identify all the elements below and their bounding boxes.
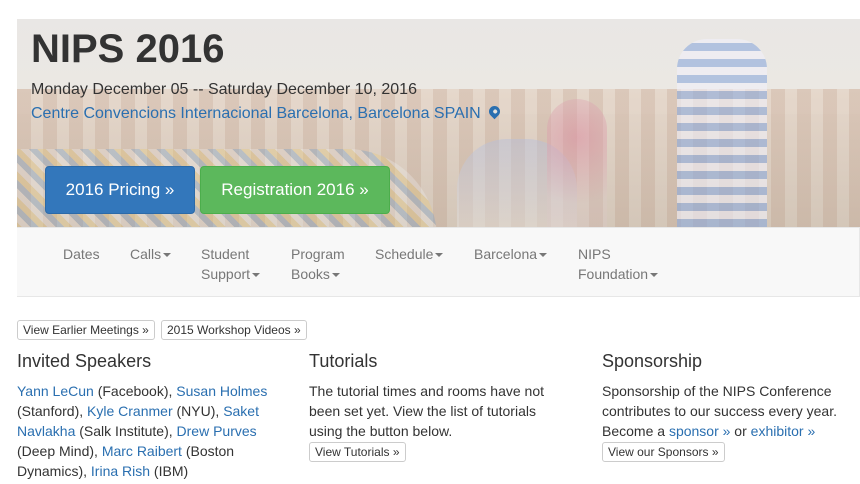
speaker-affiliation: (Facebook),: [93, 383, 177, 399]
nav-item-barcelona[interactable]: Barcelona: [474, 244, 548, 264]
invited-speakers-heading: Invited Speakers: [17, 351, 152, 371]
earlier-meetings-button[interactable]: View Earlier Meetings »: [17, 320, 155, 340]
view-sponsors-button[interactable]: View our Sponsors »: [602, 442, 725, 462]
nav-item-label: Calls: [130, 246, 162, 262]
nav-item-label: Schedule: [375, 246, 434, 262]
nav-item-label: Program: [291, 246, 345, 262]
nav-item-schedule[interactable]: Schedule: [375, 244, 444, 264]
nav-item-label-2: Support: [201, 266, 251, 282]
tutorials-heading: Tutorials: [309, 351, 378, 371]
caret-down-icon: [163, 253, 172, 258]
nav-item-label: Dates: [63, 246, 100, 262]
page-title: NIPS 2016: [31, 27, 225, 71]
conference-dates: Monday December 05 -- Saturday December …: [31, 81, 417, 98]
hero-gaudi-turret: [547, 99, 607, 227]
nav-item-label: Barcelona: [474, 246, 538, 262]
workshop-videos-button[interactable]: 2015 Workshop Videos »: [161, 320, 307, 340]
hero-banner: NIPS 2016 Monday December 05 -- Saturday…: [17, 19, 860, 227]
nav-item-label-2: Books: [291, 266, 330, 282]
sponsor-link[interactable]: sponsor »: [669, 423, 730, 439]
exhibitor-link[interactable]: exhibitor »: [751, 423, 816, 439]
caret-down-icon: [650, 273, 659, 278]
speaker-affiliation: (NYU),: [172, 403, 224, 419]
nav-item-label: NIPS: [578, 246, 611, 262]
sponsorship-or: or: [730, 423, 751, 439]
nav-item-program-books[interactable]: Program Books: [291, 244, 345, 284]
speakers-list: Yann LeCun (Facebook), Susan Holmes (Sta…: [17, 381, 292, 481]
speaker-link[interactable]: Yann LeCun: [17, 383, 94, 399]
speaker-link[interactable]: Drew Purves: [177, 423, 257, 439]
caret-down-icon: [252, 273, 261, 278]
speaker-affiliation: (Stanford),: [17, 403, 88, 419]
speaker-affiliation: (IBM): [150, 463, 189, 479]
venue-link[interactable]: Centre Convencions Internacional Barcelo…: [31, 103, 503, 123]
speaker-link[interactable]: Susan Holmes: [176, 383, 267, 399]
speaker-affiliation: (Salk Institute),: [75, 423, 177, 439]
nav-item-calls[interactable]: Calls: [130, 244, 172, 264]
speaker-link[interactable]: Marc Raibert: [102, 443, 182, 459]
view-tutorials-button[interactable]: View Tutorials »: [309, 442, 406, 462]
registration-button[interactable]: Registration 2016 »: [200, 166, 390, 214]
nav-item-label: Student: [201, 246, 250, 262]
nav-item-dates[interactable]: Dates: [63, 244, 100, 264]
hero-mosaic-tower: [677, 39, 767, 227]
tutorials-text: The tutorial times and rooms have not be…: [309, 383, 545, 439]
venue-label: Centre Convencions Internacional Barcelo…: [31, 105, 481, 122]
speaker-affiliation: (Deep Mind),: [17, 443, 102, 459]
main-navbar: Dates Calls Student Support Program Book…: [17, 227, 860, 297]
speaker-link[interactable]: Irina Rish: [91, 463, 150, 479]
map-marker-icon: [486, 103, 503, 120]
nav-item-student-support[interactable]: Student Support: [201, 244, 261, 284]
nav-item-nips-foundation[interactable]: NIPS Foundation: [578, 244, 659, 284]
caret-down-icon: [331, 273, 340, 278]
speaker-link[interactable]: Kyle Cranmer: [87, 403, 173, 419]
pricing-button[interactable]: 2016 Pricing »: [45, 166, 195, 214]
caret-down-icon: [539, 253, 548, 258]
nav-item-label-2: Foundation: [578, 266, 649, 282]
caret-down-icon: [435, 253, 444, 258]
sponsorship-heading: Sponsorship: [602, 351, 703, 371]
sponsorship-text: Sponsorship of the NIPS Conference contr…: [602, 381, 857, 441]
